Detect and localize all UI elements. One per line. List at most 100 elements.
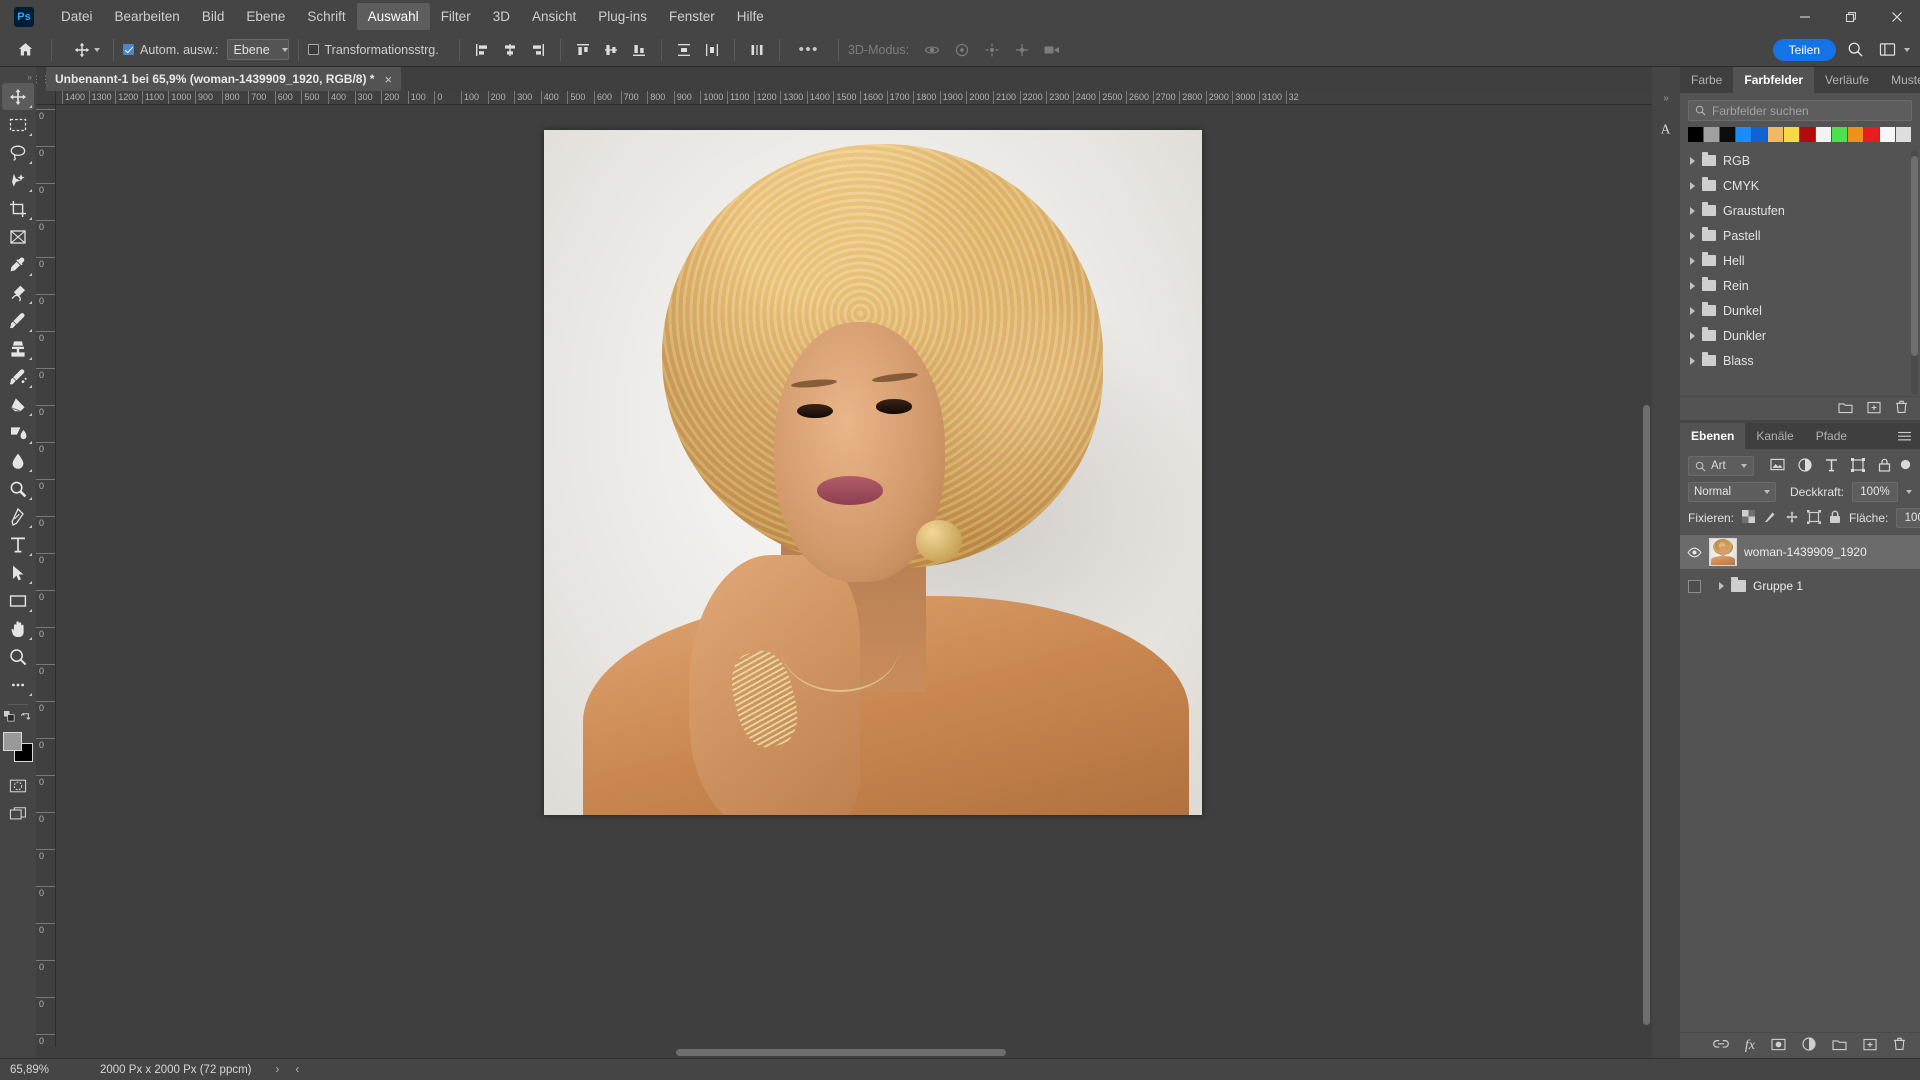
- close-icon[interactable]: [1874, 0, 1920, 33]
- foreground-background-color[interactable]: [3, 732, 33, 762]
- edit-toolbar-tool-icon[interactable]: [2, 671, 34, 698]
- menu-item-schrift[interactable]: Schrift: [296, 3, 356, 30]
- new-layer-icon[interactable]: [1863, 1038, 1877, 1054]
- swatches-scrollbar[interactable]: [1911, 150, 1918, 394]
- menu-item-ansicht[interactable]: Ansicht: [521, 3, 587, 30]
- chevron-right-icon[interactable]: [1690, 256, 1695, 265]
- auto-select-checkbox[interactable]: [123, 44, 134, 55]
- search-icon[interactable]: [1840, 35, 1870, 65]
- lock-position-icon[interactable]: [1785, 510, 1799, 527]
- minimize-icon[interactable]: [1782, 0, 1828, 33]
- opacity-value[interactable]: 100%: [1852, 482, 1898, 502]
- swatch-chip[interactable]: [1784, 127, 1799, 142]
- swatch-folder-dunkler[interactable]: Dunkler: [1680, 323, 1920, 348]
- delete-swatch-icon[interactable]: [1895, 400, 1908, 417]
- tab-farbe[interactable]: Farbe: [1680, 67, 1734, 93]
- chevron-down-icon[interactable]: [94, 47, 100, 52]
- align-vertical-centers-icon[interactable]: [598, 37, 624, 63]
- menu-item-datei[interactable]: Datei: [50, 3, 104, 30]
- scrollbar-thumb[interactable]: [1643, 405, 1650, 1025]
- filter-smart-object-icon[interactable]: [1878, 458, 1891, 475]
- new-adjustment-layer-icon[interactable]: [1802, 1037, 1816, 1054]
- menu-item-bearbeiten[interactable]: Bearbeiten: [104, 3, 191, 30]
- hand-tool-icon[interactable]: [2, 615, 34, 642]
- layer-row[interactable]: woman-1439909_1920: [1680, 535, 1920, 569]
- filter-shape-icon[interactable]: [1851, 457, 1865, 475]
- tab-muster[interactable]: Muster: [1880, 67, 1920, 93]
- align-right-edges-icon[interactable]: [525, 37, 551, 63]
- screen-mode-icon[interactable]: [2, 800, 34, 827]
- lock-all-icon[interactable]: [1829, 510, 1841, 527]
- blur-tool-icon[interactable]: [2, 447, 34, 474]
- chevron-right-icon[interactable]: [1690, 156, 1695, 165]
- recent-swatches-strip[interactable]: [1680, 125, 1920, 148]
- restore-icon[interactable]: [1828, 0, 1874, 33]
- swatch-folder-list[interactable]: RGB CMYK Graustufen Pastell Hell Rein Dunkel Du…: [1680, 148, 1920, 396]
- layer-style-fx-icon[interactable]: fx: [1745, 1038, 1755, 1054]
- menu-item-fenster[interactable]: Fenster: [658, 3, 726, 30]
- scrollbar-thumb[interactable]: [676, 1049, 1006, 1056]
- current-tool-move[interactable]: [69, 41, 104, 59]
- history-brush-tool-icon[interactable]: [2, 363, 34, 390]
- new-group-icon[interactable]: [1838, 401, 1853, 417]
- menu-item-plug-ins[interactable]: Plug-ins: [587, 3, 658, 30]
- zoom-tool-icon[interactable]: [2, 643, 34, 670]
- move-tool-icon[interactable]: [2, 83, 34, 110]
- chevron-down-icon[interactable]: [1904, 47, 1910, 52]
- document-dimensions[interactable]: 2000 Px x 2000 Px (72 ppcm): [72, 1064, 252, 1076]
- brush-tool-icon[interactable]: [2, 307, 34, 334]
- workspace-switcher-icon[interactable]: [1874, 35, 1900, 65]
- chevron-down-icon[interactable]: [1906, 490, 1912, 494]
- swatch-chip[interactable]: [1864, 127, 1879, 142]
- chevron-right-icon[interactable]: [1690, 281, 1695, 290]
- align-horizontal-centers-icon[interactable]: [497, 37, 523, 63]
- lasso-tool-icon[interactable]: [2, 139, 34, 166]
- lock-image-pixels-icon[interactable]: [1763, 510, 1777, 527]
- spot-healing-brush-tool-icon[interactable]: [2, 279, 34, 306]
- layer-visibility-eye-icon[interactable]: [1686, 547, 1702, 558]
- chevron-right-icon[interactable]: [1690, 181, 1695, 190]
- menu-item-3d[interactable]: 3D: [482, 3, 521, 30]
- chevron-right-icon[interactable]: [1690, 331, 1695, 340]
- align-left-edges-icon[interactable]: [469, 37, 495, 63]
- chevron-right-icon[interactable]: [1719, 582, 1724, 590]
- chevron-right-icon[interactable]: [1690, 231, 1695, 240]
- more-options-button[interactable]: •••: [789, 41, 829, 58]
- layer-visibility-eye-icon[interactable]: [1686, 579, 1702, 593]
- new-swatch-icon[interactable]: [1867, 401, 1881, 417]
- fill-value[interactable]: 100%: [1896, 508, 1920, 528]
- new-group-icon[interactable]: [1832, 1038, 1847, 1054]
- artboard-image[interactable]: [544, 130, 1202, 815]
- swatch-folder-rgb[interactable]: RGB: [1680, 148, 1920, 173]
- chevron-right-icon[interactable]: [1690, 356, 1695, 365]
- foreground-color-swatch[interactable]: [3, 732, 22, 751]
- canvas-viewport[interactable]: [56, 105, 1652, 1047]
- swatch-chip[interactable]: [1704, 127, 1719, 142]
- home-icon[interactable]: [8, 33, 42, 67]
- chevron-left-icon[interactable]: ‹: [295, 1064, 299, 1076]
- dodge-tool-icon[interactable]: [2, 475, 34, 502]
- menu-item-ebene[interactable]: Ebene: [235, 3, 296, 30]
- frame-tool-icon[interactable]: [2, 223, 34, 250]
- panel-menu-icon[interactable]: [1889, 423, 1920, 449]
- tab-ebenen[interactable]: Ebenen: [1680, 423, 1746, 449]
- canvas-horizontal-scrollbar[interactable]: [36, 1047, 1652, 1058]
- auto-select-scope-dropdown[interactable]: Ebene: [226, 39, 289, 60]
- swatch-chip[interactable]: [1736, 127, 1751, 142]
- swatch-folder-hell[interactable]: Hell: [1680, 248, 1920, 273]
- swatch-chip[interactable]: [1720, 127, 1735, 142]
- delete-layer-icon[interactable]: [1893, 1037, 1906, 1054]
- chevron-right-icon[interactable]: [1690, 206, 1695, 215]
- eraser-tool-icon[interactable]: [2, 391, 34, 418]
- layer-thumbnail[interactable]: [1709, 538, 1737, 566]
- swatch-chip[interactable]: [1752, 127, 1767, 142]
- chevron-right-icon[interactable]: ›: [276, 1064, 280, 1076]
- layer-filter-type-dropdown[interactable]: Art: [1688, 456, 1754, 476]
- rectangular-marquee-tool-icon[interactable]: [2, 111, 34, 138]
- filter-pixel-icon[interactable]: [1770, 458, 1785, 474]
- pen-tool-icon[interactable]: [2, 503, 34, 530]
- tab-kan-le[interactable]: Kanäle: [1745, 423, 1805, 449]
- filter-toggle-icon[interactable]: [1899, 458, 1912, 474]
- swatch-chip[interactable]: [1688, 127, 1703, 142]
- link-layers-icon[interactable]: [1713, 1038, 1729, 1053]
